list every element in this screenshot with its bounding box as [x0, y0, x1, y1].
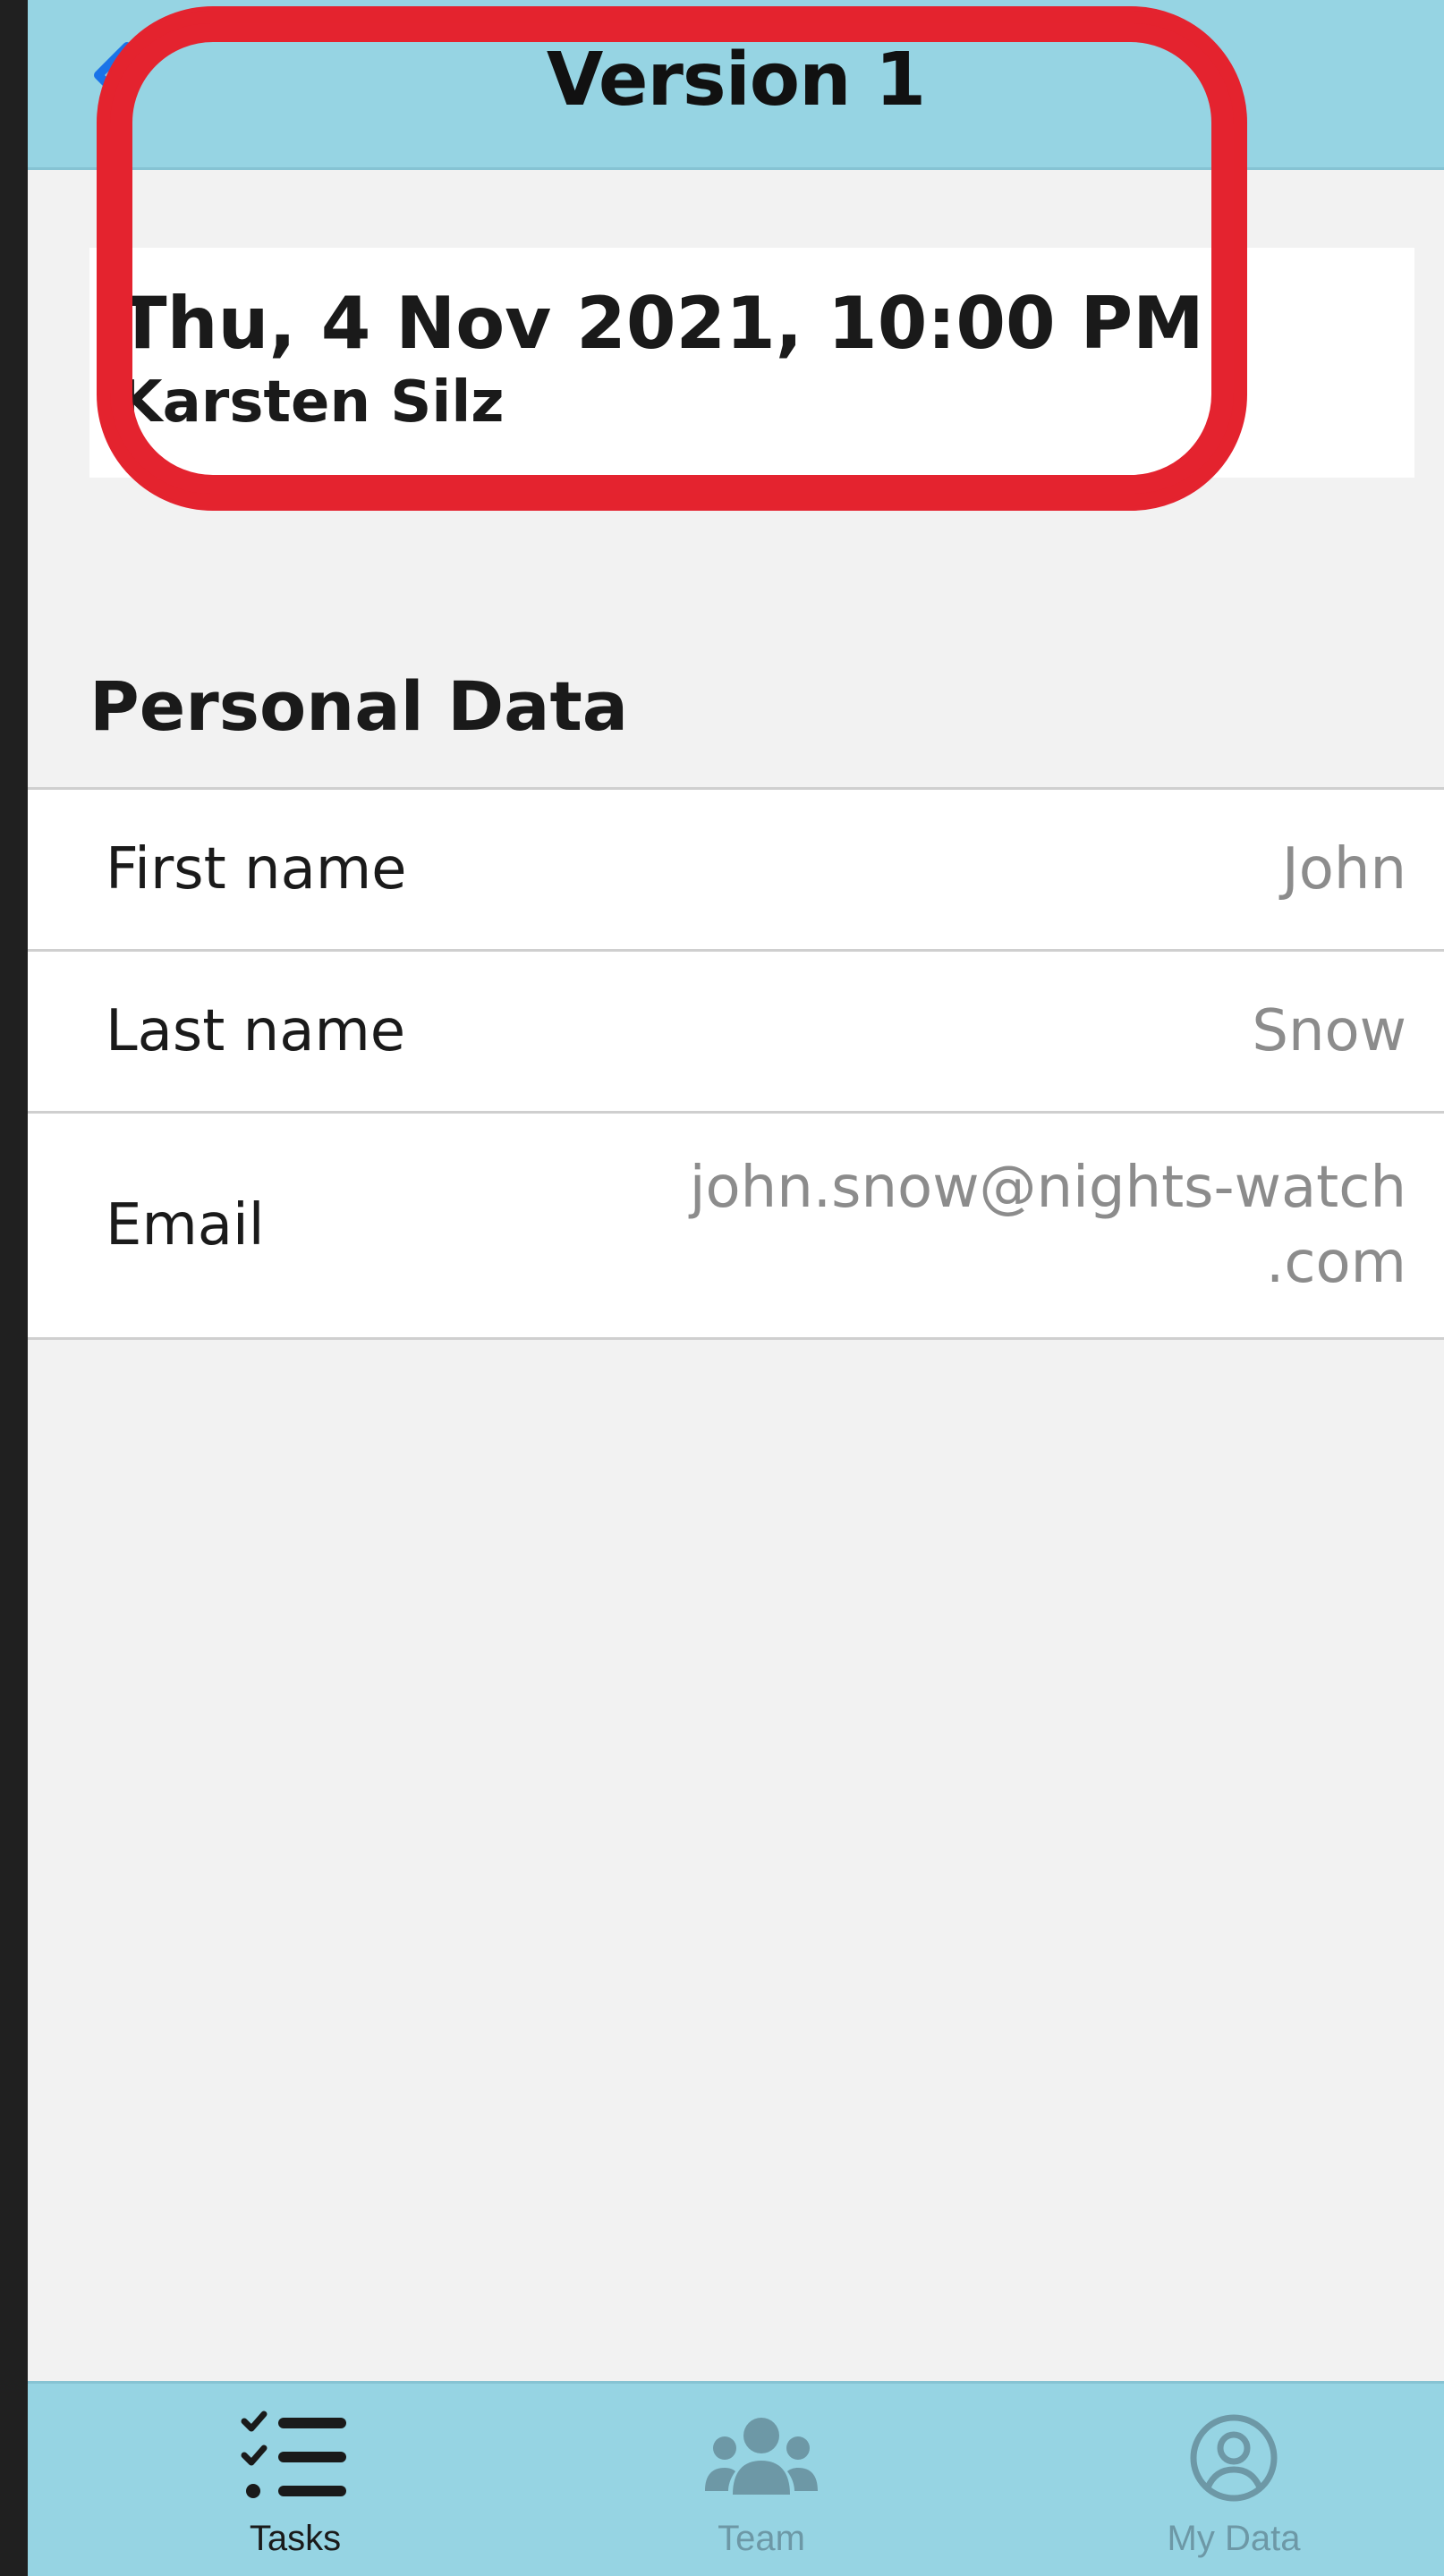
row-label: Last name — [106, 998, 406, 1064]
tab-team[interactable]: Team — [582, 2384, 940, 2576]
table-row-email[interactable]: Email john.snow@nights-watch .com — [28, 1114, 1444, 1340]
row-label: Email — [106, 1192, 265, 1258]
row-label: First name — [106, 836, 407, 902]
row-value-line: .com — [1265, 1230, 1406, 1296]
row-value-line: John — [1281, 836, 1406, 902]
version-author: Karsten Silz — [118, 369, 505, 436]
tab-label: My Data — [1167, 2519, 1301, 2558]
row-value-line: john.snow@nights-watch — [689, 1155, 1406, 1221]
app-screen: Version 1 Thu, 4 Nov 2021, 10:00 PM Kars… — [28, 0, 1444, 2576]
tab-tasks[interactable]: Tasks — [116, 2384, 474, 2576]
tab-label: Team — [718, 2519, 805, 2558]
row-value: John — [1282, 832, 1406, 907]
tab-bar: Tasks Team My Data — [28, 2381, 1444, 2576]
row-value-line: Snow — [1252, 998, 1406, 1064]
navigation-bar: Version 1 — [28, 0, 1444, 170]
version-date: Thu, 4 Nov 2021, 10:00 PM — [118, 282, 1204, 365]
row-value: john.snow@nights-watch .com — [690, 1150, 1406, 1301]
table-row-first-name[interactable]: First name John — [28, 790, 1444, 952]
tab-my-data[interactable]: My Data — [1055, 2384, 1413, 2576]
section-heading-personal-data: Personal Data — [89, 666, 629, 746]
table-row-last-name[interactable]: Last name Snow — [28, 952, 1444, 1114]
page-title: Version 1 — [546, 38, 926, 123]
personal-data-table: First name John Last name Snow Email joh… — [28, 787, 1444, 1340]
checklist-icon — [237, 2409, 353, 2507]
tab-label: Tasks — [249, 2519, 342, 2558]
row-value: Snow — [1252, 994, 1406, 1069]
user-circle-icon — [1176, 2409, 1292, 2507]
team-icon — [703, 2409, 820, 2507]
